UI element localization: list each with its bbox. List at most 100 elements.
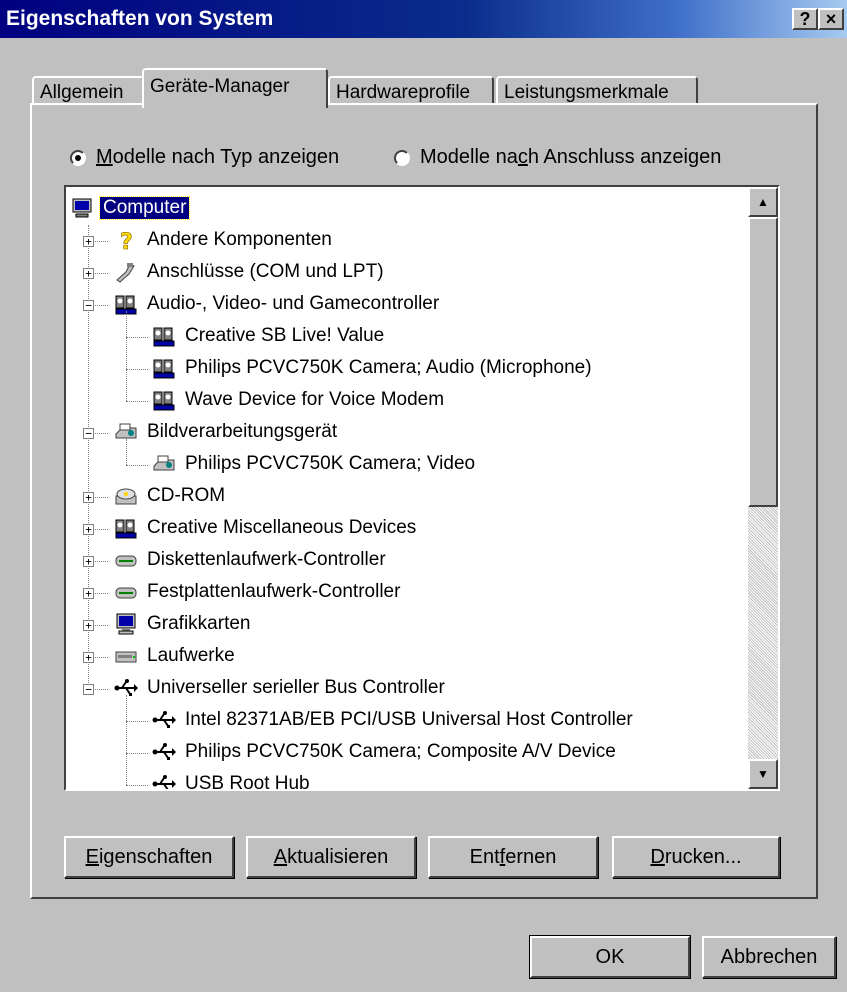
help-button[interactable]: ?: [792, 8, 818, 30]
controller-icon: [114, 548, 138, 572]
update-button[interactable]: Aktualisieren: [246, 836, 416, 878]
collapse-icon[interactable]: −: [83, 684, 94, 695]
tree-item[interactable]: Universeller serieller Bus Controller: [114, 673, 448, 703]
tree-item-label: Andere Komponenten: [147, 229, 332, 250]
tree-item[interactable]: USB Root Hub: [152, 769, 313, 791]
radio-label: Modelle nach Anschluss anzeigen: [420, 146, 722, 168]
tree-item-label: Anschlüsse (COM und LPT): [147, 261, 384, 282]
tree-item[interactable]: Diskettenlaufwerk-Controller: [114, 545, 389, 575]
tree-item[interactable]: Bildverarbeitungsgerät: [114, 417, 340, 447]
tree-connector: [126, 369, 148, 370]
tree-item-label: Diskettenlaufwerk-Controller: [147, 549, 386, 570]
tree-item[interactable]: Creative Miscellaneous Devices: [114, 513, 419, 543]
tree-item-label: USB Root Hub: [185, 773, 310, 791]
controller-icon: [114, 580, 138, 604]
arrow-up-icon: ▲: [757, 195, 769, 209]
expand-icon[interactable]: +: [83, 524, 94, 535]
radio-label: Modelle nach Typ anzeigen: [96, 146, 340, 168]
tree-item[interactable]: Computer: [70, 193, 191, 223]
tree-item-label: Audio-, Video- und Gamecontroller: [147, 293, 440, 314]
scroll-thumb[interactable]: [748, 217, 778, 507]
ok-label: OK: [595, 945, 625, 968]
tree-connector: [126, 721, 148, 722]
tree-item[interactable]: Anschlüsse (COM und LPT): [114, 257, 387, 287]
tree-item[interactable]: Philips PCVC750K Camera; Composite A/V D…: [152, 737, 619, 767]
collapse-icon[interactable]: −: [83, 428, 94, 439]
imaging-icon: [152, 452, 176, 476]
close-button[interactable]: ×: [818, 8, 844, 30]
expand-icon[interactable]: +: [83, 492, 94, 503]
expand-icon[interactable]: +: [83, 652, 94, 663]
port-icon: [114, 260, 138, 284]
tree-item-label: Grafikkarten: [147, 613, 251, 634]
tree-item-label: Philips PCVC750K Camera; Video: [185, 453, 476, 474]
ok-button[interactable]: OK: [529, 935, 691, 979]
radio-circle: [394, 149, 410, 166]
tree-item[interactable]: ? Andere Komponenten: [114, 225, 335, 255]
tree-connector: [126, 439, 127, 465]
tab-leistungsmerkmale[interactable]: Leistungsmerkmale: [496, 76, 698, 106]
tree-item[interactable]: Laufwerke: [114, 641, 238, 671]
tree-item-label: Laufwerke: [147, 645, 235, 666]
usb-icon: [152, 772, 176, 789]
tree-item[interactable]: Creative SB Live! Value: [152, 321, 387, 351]
tab-allgemein[interactable]: Allgemein: [32, 76, 144, 106]
remove-button[interactable]: Ent f ernen: [428, 836, 598, 878]
tree-connector: [126, 465, 148, 466]
drive-icon: [114, 644, 138, 668]
radio-by-connection[interactable]: Modelle nach Anschluss anzeigen: [394, 146, 721, 169]
tree-item[interactable]: Philips PCVC750K Camera; Audio (Micropho…: [152, 353, 595, 383]
tree-connector: [126, 785, 148, 786]
tab-label: Allgemein: [40, 82, 124, 103]
tree-item[interactable]: Intel 82371AB/EB PCI/USB Universal Host …: [152, 705, 636, 735]
question-icon: ?: [114, 228, 138, 256]
expand-icon[interactable]: +: [83, 588, 94, 599]
cdrom-icon: [114, 484, 138, 508]
expand-icon[interactable]: +: [83, 236, 94, 247]
device-tree[interactable]: Computer +? Andere Komponenten + Anschlüsse …: [64, 185, 780, 791]
multimedia-icon: [152, 324, 176, 348]
tree-item[interactable]: Festplattenlaufwerk-Controller: [114, 577, 403, 607]
tree-item[interactable]: Grafikkarten: [114, 609, 253, 639]
svg-text:?: ?: [120, 230, 133, 252]
radio-by-type[interactable]: Modelle nach Typ anzeigen: [70, 146, 339, 169]
system-properties-window: Eigenschaften von System ? × Allgemein G…: [0, 0, 847, 992]
expand-icon[interactable]: +: [83, 620, 94, 631]
tab-label: Hardwareprofile: [336, 82, 471, 103]
collapse-icon[interactable]: −: [83, 300, 94, 311]
tab-label: Geräte-Manager: [150, 76, 290, 97]
tree-item[interactable]: Wave Device for Voice Modem: [152, 385, 447, 415]
cancel-button[interactable]: Abbrechen: [702, 936, 836, 978]
tree-connector: [126, 753, 148, 754]
window-title: Eigenschaften von System: [6, 7, 274, 30]
print-button[interactable]: Drucken...: [612, 836, 780, 878]
tree-item-label: Philips PCVC750K Camera; Composite A/V D…: [185, 741, 616, 762]
tree-item-label: Creative Miscellaneous Devices: [147, 517, 417, 538]
title-bar[interactable]: Eigenschaften von System ? ×: [0, 0, 847, 38]
tree-item-label: Bildverarbeitungsgerät: [147, 421, 338, 442]
tree-item-label: Intel 82371AB/EB PCI/USB Universal Host …: [185, 709, 633, 730]
expand-icon[interactable]: +: [83, 268, 94, 279]
vertical-scrollbar[interactable]: ▲ ▼: [748, 187, 778, 789]
tree-connector: [126, 695, 127, 785]
tree-connector: [126, 401, 148, 402]
tab-geraete-manager[interactable]: Geräte-Manager: [142, 68, 328, 108]
tree-item[interactable]: CD-ROM: [114, 481, 228, 511]
tree-item-label: Wave Device for Voice Modem: [185, 389, 445, 410]
tab-hardwareprofile[interactable]: Hardwareprofile: [328, 76, 494, 106]
properties-button[interactable]: Eigenschaften: [64, 836, 234, 878]
tree-item[interactable]: Philips PCVC750K Camera; Video: [152, 449, 478, 479]
tree-item-label: Festplattenlaufwerk-Controller: [147, 581, 401, 602]
tree-item-label: Philips PCVC750K Camera; Audio (Micropho…: [185, 357, 592, 378]
tree-item-label: Universeller serieller Bus Controller: [147, 677, 445, 698]
scroll-up-button[interactable]: ▲: [748, 187, 778, 217]
usb-icon: [152, 708, 176, 732]
expand-icon[interactable]: +: [83, 556, 94, 567]
arrow-down-icon: ▼: [757, 767, 769, 781]
cancel-label: Abbrechen: [720, 945, 818, 968]
tree-item[interactable]: Audio-, Video- und Gamecontroller: [114, 289, 442, 319]
monitor-icon: [114, 612, 138, 636]
tree-item-label: Creative SB Live! Value: [185, 325, 385, 346]
close-icon: ×: [825, 9, 837, 29]
scroll-down-button[interactable]: ▼: [748, 759, 778, 789]
